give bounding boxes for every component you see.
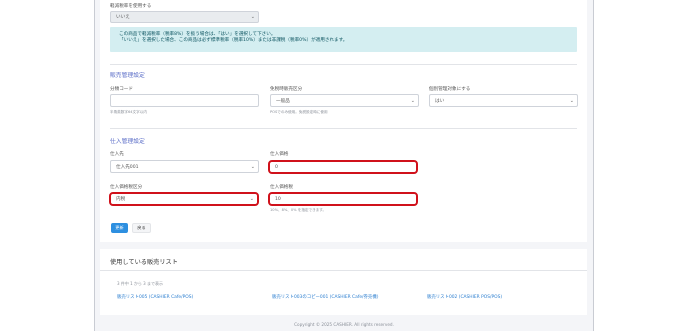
bunrui-code-hint: 半角英数字64文字以内 (110, 110, 147, 114)
purchase-tax-rate-hint: 10%、8%、0% を指定できます。 (270, 208, 327, 212)
purchase-tax-rate-value: 10 (275, 196, 281, 202)
chevron-down-icon: ⌄ (250, 163, 255, 170)
chevron-down-icon: ⌄ (569, 97, 574, 104)
sales-list-link[interactable]: 販売リスト002 (CASHIER POS/POS) (427, 294, 502, 300)
purchase-price-value: 0 (275, 164, 278, 170)
divider (100, 270, 587, 271)
bunrui-code-label: 分類コード (110, 87, 133, 92)
sales-list-link[interactable]: 販売リスト003のコピー001 (CASHIER Cafe/券売機) (272, 294, 378, 300)
sales-list-title: 使用している販売リスト (110, 259, 178, 266)
individual-management-select[interactable]: はい ⌄ (429, 94, 578, 107)
purchase-section-title: 仕入管理設定 (110, 139, 145, 145)
sales-section-title: 販売管理設定 (110, 73, 145, 79)
purchase-tax-rate-label: 仕入価格税 (270, 185, 293, 190)
bunrui-code-input[interactable] (110, 94, 259, 107)
purchase-tax-type-select[interactable]: 内税 ⌄ (109, 192, 259, 206)
update-button[interactable]: 更新 (111, 223, 128, 233)
reduced-tax-select[interactable]: いいえ ⌄ (110, 11, 259, 23)
reduced-tax-label: 軽減税率を使用する (110, 4, 152, 9)
chevron-down-icon: ⌄ (410, 97, 415, 104)
sales-list-count: 3 件中 1 から 3 まで表示 (117, 281, 163, 286)
supplier-value: 仕入先001 (116, 164, 139, 170)
supplier-select[interactable]: 仕入先001 ⌄ (110, 160, 259, 173)
divider (110, 64, 577, 65)
individual-management-label: 個別管理対象にする (429, 87, 471, 92)
purchase-price-input[interactable]: 0 (268, 160, 418, 174)
tax-free-category-label: 免税時販売区分 (270, 87, 303, 92)
info-line-2: 「いいえ」を選択した場合、この商品は必ず標準税率（税率10%）または非課税（税率… (119, 38, 348, 44)
chevron-down-icon: ⌄ (249, 196, 254, 202)
purchase-tax-rate-input[interactable]: 10 (268, 192, 418, 206)
supplier-label: 仕入先 (110, 152, 124, 157)
back-button[interactable]: 戻る (132, 223, 151, 233)
tax-free-category-hint: POSでのみ使用。免税設定時に使用 (270, 110, 328, 114)
footer-copyright: Copyright © 2025 CASHIER. All rights res… (294, 322, 394, 327)
reduced-tax-info: この商品で軽減税率（税率8%）を扱う場合は、「はい」を選択して下さい。 「いいえ… (110, 27, 577, 52)
purchase-tax-type-label: 仕入価格税区分 (110, 185, 143, 190)
tax-free-category-select[interactable]: 一般品 ⌄ (270, 94, 419, 107)
purchase-price-label: 仕入価格 (270, 152, 289, 157)
sales-list-link[interactable]: 販売リスト005 (CASHIER Cafe/POS) (117, 294, 193, 300)
divider (110, 128, 577, 129)
purchase-tax-type-value: 内税 (116, 197, 126, 202)
individual-management-value: はい (435, 98, 445, 104)
chevron-down-icon: ⌄ (250, 14, 255, 20)
reduced-tax-value: いいえ (116, 15, 130, 20)
tax-free-category-value: 一般品 (276, 98, 290, 104)
